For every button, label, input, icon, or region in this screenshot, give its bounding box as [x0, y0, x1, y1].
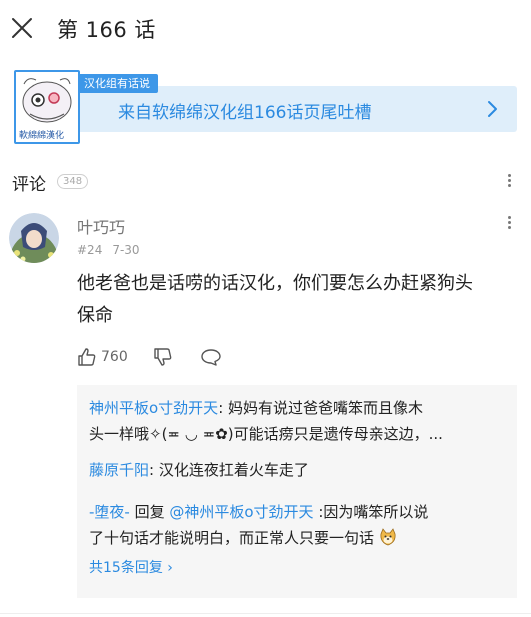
comments-label: 评论: [12, 175, 46, 195]
thumbs-up-icon: [78, 348, 96, 366]
divider: [0, 613, 531, 614]
reply-target[interactable]: @神州平板o寸劲开天: [169, 503, 313, 521]
like-count: 760: [101, 349, 128, 365]
notice-text: 来自软绵绵汉化组166话页尾吐槽: [118, 103, 372, 123]
comments-count-badge: 348: [57, 174, 89, 189]
comment-username[interactable]: 叶巧巧: [77, 214, 125, 238]
replies-box: 神州平板o寸劲开天: 妈妈有说过爸爸嘴笨而且像木 头一样哦✧(≖ ◡ ≖✿)可能…: [77, 385, 517, 598]
comment-bubble-icon: [201, 349, 221, 366]
translator-notice-card[interactable]: 来自软绵绵汉化组166话页尾吐槽 汉化组有话说 軟綿綿漢化: [14, 70, 517, 148]
reply-nickname[interactable]: 藤原千阳: [89, 461, 149, 479]
reply-text: 妈妈有说过爸爸嘴笨而且像木: [228, 399, 424, 417]
more-dots-icon: [507, 174, 511, 177]
reply-item[interactable]: 神州平板o寸劲开天: 妈妈有说过爸爸嘴笨而且像木 头一样哦✧(≖ ◡ ≖✿)可能…: [89, 395, 509, 447]
reply-text: 因为嘴笨所以说: [323, 503, 429, 521]
close-button[interactable]: [10, 16, 34, 40]
thumbs-down-icon: [154, 348, 172, 366]
comment-date: 7-30: [112, 243, 140, 257]
reply-nickname[interactable]: -堕夜-: [89, 503, 130, 521]
dislike-button[interactable]: [153, 345, 173, 369]
notice-tag: 汉化组有话说: [76, 74, 158, 93]
comment-meta: #24 7-30: [77, 243, 150, 257]
comments-header: 评论 348: [0, 168, 531, 196]
comment-text-line: 他老爸也是话唠的话汉化，你们要怎么办赶紧狗头: [77, 273, 473, 294]
close-icon: [12, 18, 32, 38]
comment-text-line: 保命: [77, 305, 113, 326]
comment-floor: #24: [77, 243, 103, 257]
reply-item[interactable]: 藤原千阳: 汉化连夜扛着火车走了: [89, 457, 509, 483]
more-dots-icon: [507, 216, 511, 219]
logo-caption: 軟綿綿漢化: [19, 131, 65, 141]
avatar[interactable]: [9, 213, 59, 263]
like-button[interactable]: 760: [77, 345, 128, 369]
comment-more-button[interactable]: [506, 214, 512, 234]
reply-text: 汉化连夜扛着火车走了: [158, 461, 309, 479]
reply-item[interactable]: -堕夜- 回复 @神州平板o寸劲开天 :因为嘴笨所以说 了十句话才能说明白，而正…: [89, 499, 509, 551]
reply-text: 了十句话才能说明白，而正常人只要一句话: [89, 529, 375, 547]
reply-nickname[interactable]: 神州平板o寸劲开天: [89, 399, 218, 417]
reply-word: 回复: [129, 503, 170, 521]
page-title: 第 166 话: [57, 18, 156, 42]
reply-text: 头一样哦✧(≖ ◡ ≖✿)可能话痨只是遗传母亲这边，...: [89, 425, 443, 443]
view-all-replies-link[interactable]: 共15条回复 ›: [89, 557, 173, 577]
translator-group-logo: 軟綿綿漢化: [14, 70, 80, 144]
doge-emoji-icon: [380, 528, 396, 546]
top-bar: 第 166 话: [0, 0, 531, 56]
reply-button[interactable]: [200, 345, 222, 369]
comment-text: 他老爸也是话唠的话汉化，你们要怎么办赶紧狗头 保命: [77, 268, 507, 332]
comments-more-button[interactable]: [506, 172, 512, 192]
chevron-right-icon: [488, 101, 497, 117]
